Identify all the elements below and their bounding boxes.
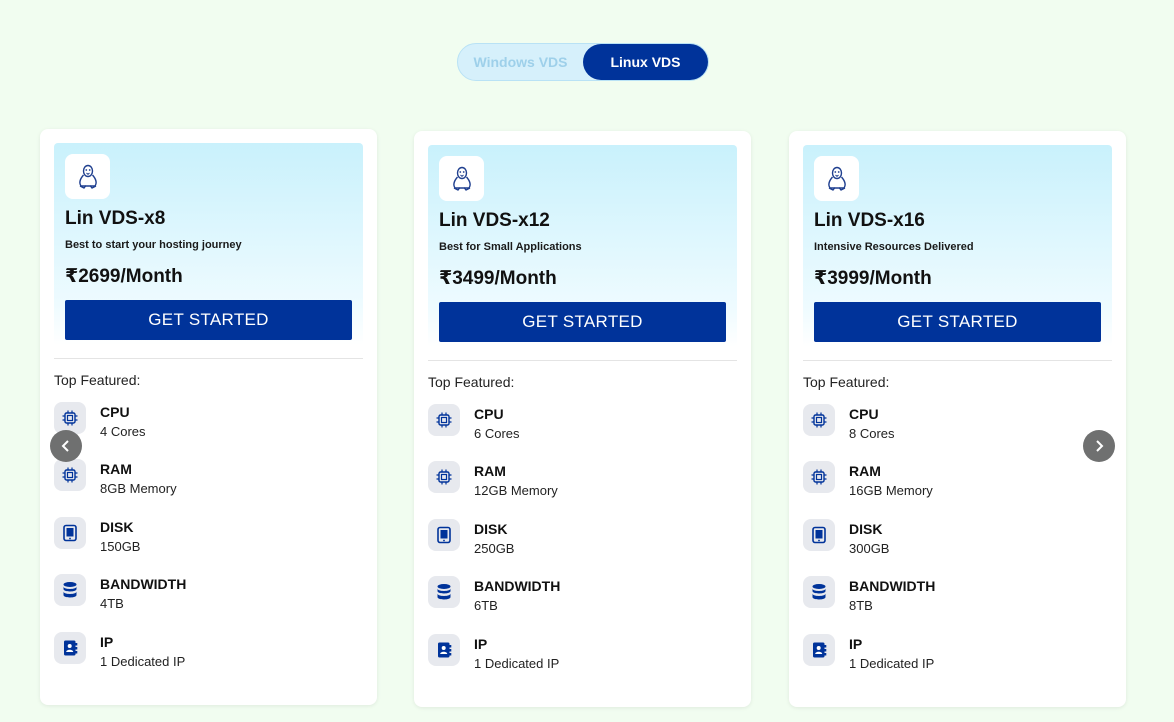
linux-penguin-icon	[814, 156, 859, 201]
feature-label: CPU	[849, 406, 879, 422]
plan-tagline: Best for Small Applications	[439, 241, 582, 253]
plan-header: Lin VDS-x12 Best for Small Applications …	[428, 145, 737, 347]
plan-header: Lin VDS-x8 Best to start your hosting jo…	[54, 143, 363, 345]
divider	[54, 358, 363, 359]
tablet-icon	[428, 519, 460, 551]
toggle-windows-vds[interactable]: Windows VDS	[458, 44, 583, 80]
features-heading: Top Featured:	[803, 374, 890, 390]
feature-ip: IP 1 Dedicated IP	[428, 634, 728, 674]
plan-name: Lin VDS-x12	[439, 210, 550, 231]
feature-label: DISK	[100, 519, 134, 535]
feature-value: 12GB Memory	[474, 483, 558, 498]
divider	[428, 360, 737, 361]
feature-ram: RAM 8GB Memory	[54, 459, 354, 499]
database-icon	[54, 574, 86, 606]
feature-value: 300GB	[849, 541, 890, 556]
feature-value: 8GB Memory	[100, 481, 177, 496]
feature-value: 1 Dedicated IP	[474, 656, 560, 671]
feature-label: IP	[474, 636, 488, 652]
plan-tagline: Intensive Resources Delivered	[814, 241, 974, 253]
plan-card: Lin VDS-x12 Best for Small Applications …	[414, 131, 751, 707]
feature-label: CPU	[474, 406, 504, 422]
cpu-icon	[428, 461, 460, 493]
database-icon	[428, 576, 460, 608]
feature-label: IP	[849, 636, 863, 652]
feature-label: RAM	[100, 461, 132, 477]
feature-value: 16GB Memory	[849, 483, 933, 498]
feature-label: BANDWIDTH	[100, 576, 187, 592]
feature-value: 1 Dedicated IP	[100, 654, 186, 669]
feature-value: 150GB	[100, 539, 141, 554]
plan-name: Lin VDS-x16	[814, 210, 925, 231]
feature-cpu: CPU 8 Cores	[803, 404, 1103, 444]
chevron-left-icon	[61, 440, 69, 452]
feature-value: 4 Cores	[100, 424, 146, 439]
feature-value: 1 Dedicated IP	[849, 656, 935, 671]
carousel-prev-button[interactable]	[50, 430, 82, 462]
plan-name: Lin VDS-x8	[65, 208, 166, 229]
contact-book-icon	[428, 634, 460, 666]
linux-penguin-icon	[65, 154, 110, 199]
features-heading: Top Featured:	[54, 372, 141, 388]
plan-tagline: Best to start your hosting journey	[65, 239, 242, 251]
carousel-next-button[interactable]	[1083, 430, 1115, 462]
tablet-icon	[803, 519, 835, 551]
contact-book-icon	[54, 632, 86, 664]
feature-ip: IP 1 Dedicated IP	[54, 632, 354, 672]
linux-penguin-icon	[439, 156, 484, 201]
feature-value: 8 Cores	[849, 426, 895, 441]
cpu-icon	[428, 404, 460, 436]
plan-header: Lin VDS-x16 Intensive Resources Delivere…	[803, 145, 1112, 347]
feature-label: IP	[100, 634, 114, 650]
plan-card: Lin VDS-x16 Intensive Resources Delivere…	[789, 131, 1126, 707]
cpu-icon	[54, 459, 86, 491]
cpu-icon	[54, 402, 86, 434]
cpu-icon	[803, 404, 835, 436]
feature-label: RAM	[474, 463, 506, 479]
feature-ip: IP 1 Dedicated IP	[803, 634, 1103, 674]
feature-label: RAM	[849, 463, 881, 479]
feature-bandwidth: BANDWIDTH 6TB	[428, 576, 728, 616]
plan-card: Lin VDS-x8 Best to start your hosting jo…	[40, 129, 377, 705]
feature-value: 6 Cores	[474, 426, 520, 441]
feature-label: CPU	[100, 404, 130, 420]
feature-cpu: CPU 4 Cores	[54, 402, 354, 442]
feature-value: 4TB	[100, 596, 124, 611]
features-heading: Top Featured:	[428, 374, 515, 390]
feature-value: 250GB	[474, 541, 515, 556]
feature-disk: DISK 250GB	[428, 519, 728, 559]
feature-label: DISK	[474, 521, 508, 537]
database-icon	[803, 576, 835, 608]
os-toggle: Windows VDS Linux VDS	[457, 43, 709, 81]
feature-disk: DISK 300GB	[803, 519, 1103, 559]
feature-bandwidth: BANDWIDTH 8TB	[803, 576, 1103, 616]
cpu-icon	[803, 461, 835, 493]
feature-cpu: CPU 6 Cores	[428, 404, 728, 444]
feature-value: 8TB	[849, 598, 873, 613]
chevron-right-icon	[1096, 440, 1104, 452]
plan-price: ₹3499/Month	[439, 268, 557, 289]
toggle-linux-vds[interactable]: Linux VDS	[583, 44, 708, 80]
plan-price: ₹3999/Month	[814, 268, 932, 289]
get-started-button[interactable]: GET STARTED	[814, 302, 1101, 342]
feature-label: BANDWIDTH	[849, 578, 936, 594]
feature-label: DISK	[849, 521, 883, 537]
tablet-icon	[54, 517, 86, 549]
get-started-button[interactable]: GET STARTED	[439, 302, 726, 342]
feature-disk: DISK 150GB	[54, 517, 354, 557]
contact-book-icon	[803, 634, 835, 666]
feature-bandwidth: BANDWIDTH 4TB	[54, 574, 354, 614]
divider	[803, 360, 1112, 361]
get-started-button[interactable]: GET STARTED	[65, 300, 352, 340]
feature-label: BANDWIDTH	[474, 578, 561, 594]
feature-value: 6TB	[474, 598, 498, 613]
plan-price: ₹2699/Month	[65, 266, 183, 287]
feature-ram: RAM 12GB Memory	[428, 461, 728, 501]
feature-ram: RAM 16GB Memory	[803, 461, 1103, 501]
